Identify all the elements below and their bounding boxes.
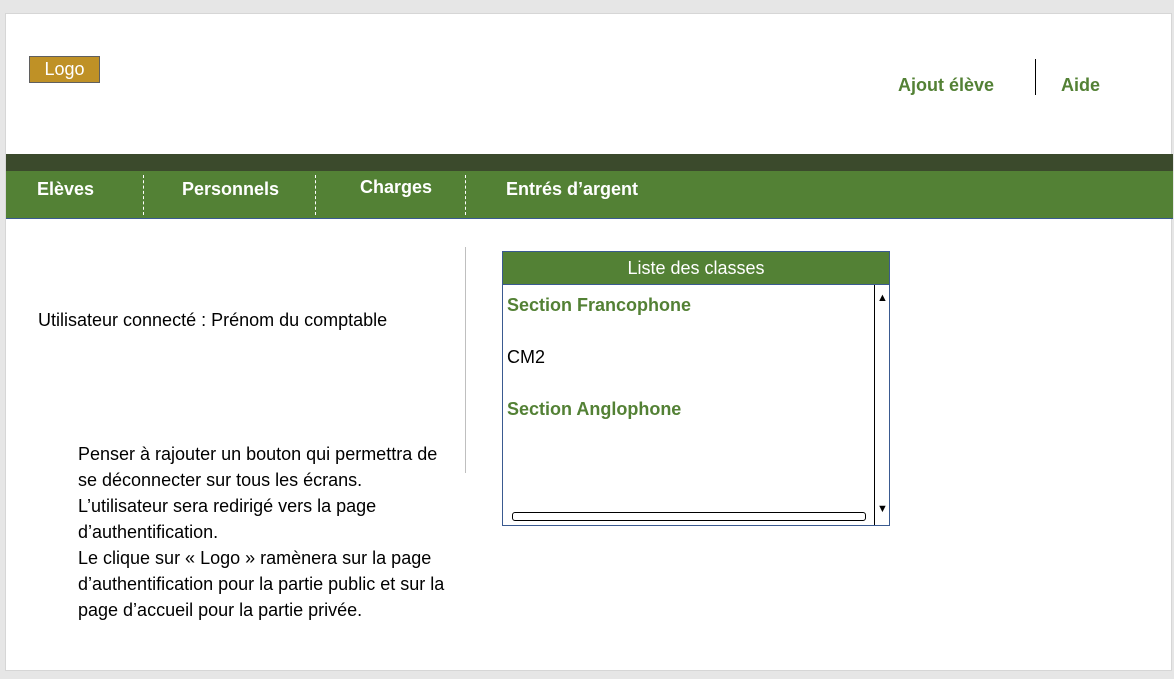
connected-user-text: Utilisateur connecté : Prénom du comptab… (38, 310, 388, 330)
nav-item-eleves[interactable]: Elèves (37, 179, 94, 200)
nav-divider (315, 175, 316, 215)
nav-divider (143, 175, 144, 215)
design-note: Penser à rajouter un bouton qui permettr… (78, 444, 445, 620)
vertical-scrollbar[interactable]: ▲ ▼ (874, 285, 889, 525)
class-list-title: Liste des classes (503, 252, 889, 285)
nav-item-charges[interactable]: Charges (360, 177, 432, 198)
class-list-box[interactable]: Liste des classes Section Francophone CM… (502, 251, 890, 526)
triangle-down-icon[interactable]: ▼ (877, 504, 888, 515)
main-nav: Elèves Personnels Charges Entrés d’argen… (6, 171, 1173, 219)
nav-divider (465, 175, 466, 215)
list-item-cm2[interactable]: CM2 (507, 347, 545, 368)
content-divider (465, 247, 466, 473)
page: Logo Ajout élève Aide Elèves Personnels … (5, 13, 1173, 671)
nav-top-band (6, 154, 1173, 171)
triangle-up-icon[interactable]: ▲ (877, 293, 888, 304)
logo-button[interactable]: Logo (29, 56, 100, 83)
list-item-section-anglophone[interactable]: Section Anglophone (507, 399, 681, 420)
nav-item-entrees-argent[interactable]: Entrés d’argent (506, 179, 638, 200)
header-divider (1035, 59, 1036, 95)
help-link[interactable]: Aide (1061, 75, 1100, 96)
list-item-section-francophone[interactable]: Section Francophone (507, 295, 691, 316)
nav-item-personnels[interactable]: Personnels (182, 179, 279, 200)
horizontal-scrollbar[interactable] (512, 512, 866, 521)
add-student-link[interactable]: Ajout élève (898, 75, 994, 96)
